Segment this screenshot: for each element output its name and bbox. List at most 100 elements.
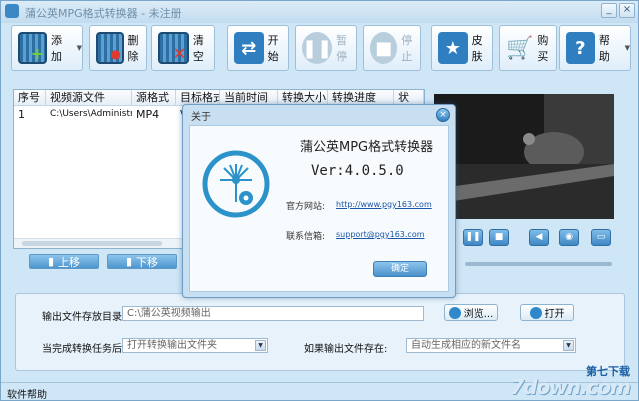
chevron-down-icon: ▼ [255,340,266,351]
about-app-name: 蒲公英MPG格式转换器 [300,140,434,155]
website-label: 官方网站: [286,202,326,212]
column-header[interactable]: 转换进度 [328,90,394,105]
buy-button[interactable]: 🛒 购买 [499,25,557,71]
help-icon: ? [566,32,595,64]
row-source: C:\Users\Administrat... [50,109,132,119]
chevron-down-icon: ▼ [76,44,82,52]
clear-label: 清空 [192,34,204,63]
shopping-cart-icon: 🛒 [506,35,534,61]
start-button[interactable]: ⇄ 开始 [227,25,289,71]
film-reel-icon [529,306,542,319]
watermark-logo: 7down.com [510,375,631,399]
title-bar[interactable]: 蒲公英MPG格式转换器 - 未注册 _ × [1,1,638,23]
stop-button[interactable]: ■ 停止 [363,25,421,71]
website-link[interactable]: http://www.pgy163.com [336,200,432,209]
seek-bar[interactable] [465,262,612,266]
stop-label: 停止 [401,34,413,63]
video-preview [434,94,614,219]
delete-video-icon: ● [96,32,124,64]
after-done-select[interactable]: 打开转换输出文件夹 ▼ [122,338,268,353]
column-header[interactable]: 序号 [14,90,46,105]
after-done-label: 当完成转换任务后: [42,344,126,355]
pause-button[interactable]: ❚❚ 暂停 [295,25,357,71]
toolbar: + 添加 ▼ ● 删除 ✕ 清空 ⇄ 开始 ❚❚ 暂停 ■ 停止 ★ 皮肤 🛒 … [5,25,635,75]
main-window: 蒲公英MPG格式转换器 - 未注册 _ × + 添加 ▼ ● 删除 ✕ 清空 ⇄… [0,0,639,401]
stop-icon: ■ [370,32,398,64]
chevron-down-icon: ▼ [563,340,574,351]
output-dir-input[interactable]: C:\蒲公英视频输出 [122,306,424,321]
email-label: 联系信箱: [286,232,326,242]
browse-label: 浏览... [463,309,494,320]
scrollbar-thumb[interactable] [22,241,162,246]
dialog-title: 关于 [191,112,211,123]
start-label: 开始 [267,34,279,63]
skin-label: 皮肤 [471,34,483,63]
minimize-button[interactable]: _ [601,3,617,18]
row-index: 1 [18,108,25,121]
arrow-down-icon: ▮ [125,255,133,268]
dandelion-logo-icon [202,150,270,218]
buy-label: 购买 [537,34,549,63]
open-label: 打开 [544,309,565,320]
help-label: 帮助 [598,34,610,63]
output-dir-label: 输出文件存放目录: [42,312,126,323]
move-down-button[interactable]: ▮ 下移 [107,254,177,269]
column-header[interactable]: 源格式 [132,90,176,105]
star-icon: ★ [438,32,468,64]
shuffle-icon: ⇄ [234,32,264,64]
if-exists-value: 自动生成相应的新文件名 [411,340,521,351]
stop-icon: ■ [494,232,504,242]
speaker-icon: ◀ [535,232,543,242]
column-header[interactable]: 当前时间 [220,90,278,105]
browse-button[interactable]: 浏览... [444,304,498,321]
ok-button[interactable]: 确定 [373,261,427,277]
after-done-value: 打开转换输出文件夹 [127,340,217,351]
delete-button[interactable]: ● 删除 [89,25,147,71]
move-up-button[interactable]: ▮ 上移 [29,254,99,269]
about-dialog: 关于 × 蒲公英MPG格式转换器 Ver:4.0.5.0 官方网站: http:… [182,104,456,298]
video-frame-image [434,94,614,219]
folder-icon [448,306,461,319]
add-label: 添加 [50,34,62,63]
app-logo-icon [5,4,19,18]
if-exists-label: 如果输出文件存在: [304,344,388,355]
email-link[interactable]: support@pgy163.com [336,230,425,239]
help-button[interactable]: ? 帮助 ▼ [559,25,631,71]
fullscreen-button[interactable]: ▭ [591,229,611,246]
output-settings-panel: 输出文件存放目录: C:\蒲公英视频输出 浏览... 打开 当完成转换任务后: … [15,293,625,371]
pause-icon: ❚❚ [302,32,333,64]
arrow-up-icon: ▮ [47,255,55,268]
column-header[interactable]: 状 [394,90,424,105]
watermark: 第七下载 7down.com [510,363,636,399]
clear-list-icon: ✕ [158,32,189,64]
player-stop-button[interactable]: ■ [489,229,509,246]
camera-icon: ◉ [565,232,573,242]
add-video-icon: + [18,32,47,64]
close-icon: × [439,110,447,120]
pause-label: 暂停 [336,34,348,63]
volume-button[interactable]: ◀ [529,229,549,246]
column-header[interactable]: 视频源文件 [46,90,132,105]
column-header[interactable]: 转换大小 [278,90,328,105]
add-button[interactable]: + 添加 ▼ [11,25,83,71]
column-header[interactable]: 目标格式 [176,90,220,105]
row-src-format: MP4 [136,108,160,121]
chevron-down-icon: ▼ [624,44,630,52]
move-down-label: 下移 [136,255,159,269]
skin-button[interactable]: ★ 皮肤 [431,25,493,71]
snapshot-button[interactable]: ◉ [559,229,579,246]
delete-label: 删除 [127,34,139,63]
clear-button[interactable]: ✕ 清空 [151,25,215,71]
about-version: Ver:4.0.5.0 [311,163,404,179]
screen-icon: ▭ [596,232,606,242]
if-exists-select[interactable]: 自动生成相应的新文件名 ▼ [406,338,576,353]
player-pause-button[interactable]: ❚❚ [463,229,483,246]
move-up-label: 上移 [58,255,81,269]
dialog-close-button[interactable]: × [436,108,450,122]
pause-icon: ❚❚ [465,232,481,242]
close-window-button[interactable]: × [619,3,635,18]
open-button[interactable]: 打开 [520,304,574,321]
dialog-body: 蒲公英MPG格式转换器 Ver:4.0.5.0 官方网站: http://www… [189,125,449,292]
software-help-link[interactable]: 软件帮助 [7,386,47,401]
window-title: 蒲公英MPG格式转换器 - 未注册 [25,7,182,20]
